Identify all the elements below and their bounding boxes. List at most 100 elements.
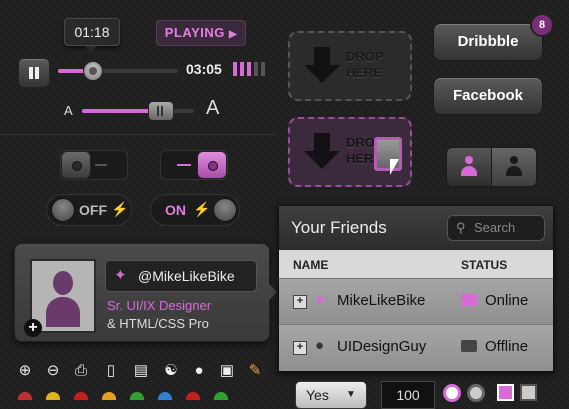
drop-text-line1: DROP [346, 49, 384, 64]
friends-table-header: NAME STATUS [279, 250, 553, 278]
down-arrow-icon [304, 133, 340, 173]
volume-bar [247, 62, 251, 76]
star-icon[interactable] [46, 392, 60, 400]
dribbble-button[interactable]: Dribbble [433, 23, 543, 61]
heart-icon[interactable] [18, 392, 32, 400]
user-icon [461, 156, 477, 178]
warning-icon[interactable] [102, 392, 116, 400]
user-icon: ● [315, 337, 325, 354]
twitter-handle-box[interactable]: ✦ @MikeLikeBike [105, 260, 257, 292]
col-name: NAME [293, 258, 329, 272]
yes-select[interactable]: Yes ▼ [295, 381, 367, 409]
toggle-track-line [95, 164, 107, 166]
twitter-icon: ✦ [114, 267, 127, 284]
playing-label: PLAYING [164, 25, 225, 40]
friends-title: Your Friends [291, 218, 387, 237]
toggle-switch-off[interactable] [60, 150, 128, 180]
font-slider-knob[interactable] [148, 101, 174, 121]
user-segment-right[interactable] [491, 147, 537, 187]
lightbulb-icon[interactable]: ● [190, 362, 208, 380]
user-icon: ● [315, 291, 325, 308]
on-switch[interactable]: ON ⚡ [150, 194, 240, 226]
print-icon[interactable]: ⎙ [72, 362, 90, 380]
friends-search-input[interactable]: ⚲ Search [447, 215, 545, 241]
add-photo-icon[interactable]: + [24, 319, 42, 337]
radio-button[interactable] [443, 384, 461, 402]
card-pointer [269, 284, 277, 300]
add-icon[interactable] [130, 392, 144, 400]
colored-icon-row [14, 392, 274, 400]
col-status: STATUS [461, 258, 508, 272]
table-row[interactable]: + ● MikeLikeBike Online [279, 278, 553, 325]
friend-name: UIDesignGuy [337, 338, 427, 355]
toggle-switch-on[interactable] [160, 150, 228, 180]
friends-header: Your Friends ⚲ Search [279, 206, 553, 250]
drop-text-line2: HERE [346, 65, 383, 80]
check-icon[interactable] [214, 392, 228, 400]
chat-icon [461, 294, 477, 306]
zoom-in-icon[interactable]: ⊕ [16, 362, 34, 380]
on-label: ON [165, 202, 186, 218]
chevron-down-icon: ▼ [346, 389, 356, 400]
clipboard-icon[interactable]: ▤ [132, 362, 150, 380]
section-divider [0, 134, 275, 135]
search-icon: ⚲ [456, 220, 466, 235]
toggle-track-line [177, 164, 191, 166]
table-row[interactable]: + ● UIDesignGuy Offline [279, 324, 553, 371]
toggle-knob [197, 151, 227, 179]
playing-status-badge[interactable]: PLAYING ▶ [156, 20, 246, 46]
play-arrow-icon: ▶ [229, 29, 238, 40]
volume-bar [254, 62, 258, 76]
facebook-button[interactable]: Facebook [433, 77, 543, 115]
expand-icon[interactable]: + [293, 295, 307, 309]
pencil-icon[interactable]: ✎ [246, 362, 264, 380]
sitemap-icon[interactable]: ☯ [162, 362, 180, 380]
font-large-label: A [206, 97, 220, 119]
user-icon [506, 156, 522, 178]
seek-bar[interactable] [58, 61, 178, 81]
switch-knob [51, 198, 75, 222]
number-input[interactable]: 100 [381, 381, 435, 409]
person-silhouette-icon [46, 271, 80, 329]
friend-status: Offline [485, 338, 529, 355]
duration-label: 03:05 [186, 61, 222, 77]
radio-button[interactable] [467, 384, 485, 402]
profile-title-line1: Sr. UI/IX Designer [107, 298, 212, 313]
info-icon[interactable] [74, 392, 88, 400]
drop-zone-active[interactable]: DROP HERE [288, 117, 412, 187]
mouse-icon[interactable]: ▯ [102, 362, 120, 380]
down-arrow-icon [304, 47, 340, 87]
font-slider-fill [82, 109, 156, 113]
twitter-handle: @MikeLikeBike [138, 268, 235, 284]
checkbox[interactable] [520, 384, 537, 401]
pause-button[interactable] [18, 58, 50, 88]
checkbox[interactable] [497, 384, 514, 401]
select-value: Yes [306, 387, 329, 403]
volume-bar [261, 62, 265, 76]
user-segment-left[interactable] [446, 147, 492, 187]
off-switch[interactable]: OFF ⚡ [46, 194, 132, 226]
volume-bar [240, 62, 244, 76]
volume-meter[interactable] [233, 61, 269, 77]
off-label: OFF [79, 202, 107, 218]
chat-icon[interactable]: ▣ [218, 362, 236, 380]
cursor-icon [390, 159, 399, 175]
dribbble-count-badge: 8 [530, 13, 554, 37]
drop-zone[interactable]: DROP HERE [288, 31, 412, 101]
bolt-icon: ⚡ [111, 201, 129, 217]
close-icon[interactable] [186, 392, 200, 400]
toggle-knob [61, 151, 91, 179]
font-size-slider[interactable] [82, 101, 194, 121]
expand-icon[interactable]: + [293, 341, 307, 355]
friend-name: MikeLikeBike [337, 292, 426, 309]
font-small-label: A [64, 103, 73, 118]
avatar[interactable]: + [24, 259, 96, 337]
icon-toolbar: ⊕ ⊖ ⎙ ▯ ▤ ☯ ● ▣ ✎ [14, 362, 274, 384]
seek-knob[interactable] [83, 61, 103, 81]
zoom-out-icon[interactable]: ⊖ [44, 362, 62, 380]
friends-panel: Your Friends ⚲ Search NAME STATUS + ● Mi… [278, 205, 554, 372]
help-icon[interactable] [158, 392, 172, 400]
volume-bar [233, 62, 237, 76]
friend-status: Online [485, 292, 529, 309]
search-placeholder: Search [474, 220, 516, 235]
